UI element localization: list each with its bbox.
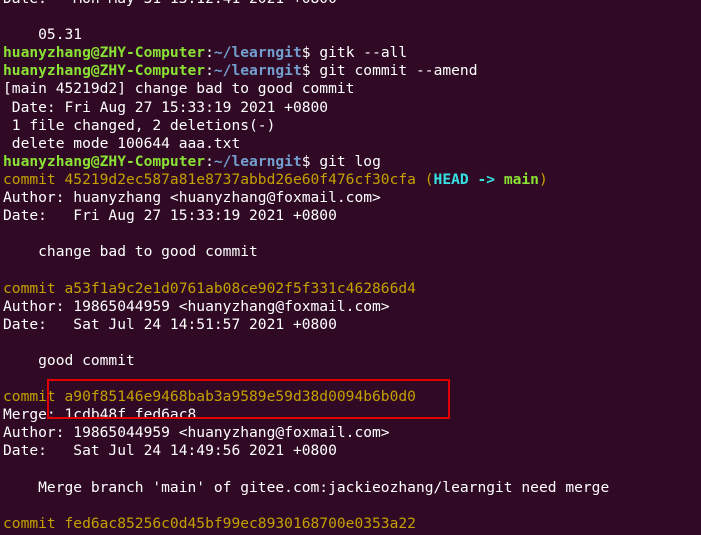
output-line: [main 45219d2] change bad to good commit <box>3 80 355 98</box>
command-text: git log <box>310 152 381 170</box>
prompt-dollar: $ <box>301 62 311 80</box>
ref-close-paren: ) <box>538 170 548 188</box>
commit-hash: commit 45219d2ec587a81e8737abbd26e60f476… <box>3 170 416 188</box>
commit-message: good commit <box>3 351 135 369</box>
prompt-user-host: huanyzhang@ZHY-Computer <box>3 44 206 62</box>
prompt-dollar: $ <box>301 44 311 62</box>
commit-message: change bad to good commit <box>3 243 258 261</box>
output-line: delete mode 100644 aaa.txt <box>3 134 241 152</box>
head-ref: HEAD -> <box>433 170 504 188</box>
prompt-line: huanyzhang@ZHY-Computer:~/learngit$ git … <box>0 153 701 171</box>
branch-ref: main <box>503 170 539 188</box>
prompt-colon: : <box>205 44 214 62</box>
commit-line: commit fed6ac85256c0d45bf99ec8930168700e… <box>0 515 701 533</box>
prompt-path: ~/learngit <box>213 44 302 62</box>
prompt-path: ~/learngit <box>213 152 302 170</box>
prompt-line: huanyzhang@ZHY-Computer:~/learngit$ gitk… <box>0 44 701 62</box>
author-line: Author: 19865044959 <huanyzhang@foxmail.… <box>3 424 390 442</box>
date-line: Date: Fri Aug 27 15:33:19 2021 +0800 <box>3 207 337 225</box>
ref-open-paren: ( <box>415 170 434 188</box>
author-line: Author: 19865044959 <huanyzhang@foxmail.… <box>3 297 390 315</box>
command-text: git commit --amend <box>310 62 478 80</box>
prompt-user-host: huanyzhang@ZHY-Computer <box>3 62 206 80</box>
commit-line: commit a53f1a9c2e1d0761ab08ce902f5f331c4… <box>0 280 701 298</box>
commit-line: commit 45219d2ec587a81e8737abbd26e60f476… <box>0 171 701 189</box>
commit-hash: commit fed6ac85256c0d45bf99ec8930168700e… <box>3 514 416 532</box>
commit-line: commit a90f85146e9468bab3a9589e59d38d009… <box>0 388 701 406</box>
output-line: Date: Fri Aug 27 15:33:19 2021 +0800 <box>3 98 329 116</box>
author-line: Author: huanyzhang <huanyzhang@foxmail.c… <box>3 189 381 207</box>
commit-message: 05.31 <box>3 26 83 44</box>
prompt-dollar: $ <box>301 152 311 170</box>
merge-line: Merge: 1cdb48f fed6ac8 <box>3 406 197 424</box>
date-line: Date: Sat Jul 24 14:51:57 2021 +0800 <box>3 315 337 333</box>
commit-hash: commit a90f85146e9468bab3a9589e59d38d009… <box>3 388 416 406</box>
prompt-colon: : <box>205 62 214 80</box>
date-line: Date: Sat Jul 24 14:49:56 2021 +0800 <box>3 442 337 460</box>
command-text: gitk --all <box>310 44 408 62</box>
prompt-colon: : <box>205 152 214 170</box>
commit-hash: commit a53f1a9c2e1d0761ab08ce902f5f331c4… <box>3 279 416 297</box>
prompt-path: ~/learngit <box>213 62 302 80</box>
prompt-line: huanyzhang@ZHY-Computer:~/learngit$ git … <box>0 62 701 80</box>
output-line: 1 file changed, 2 deletions(-) <box>3 116 276 134</box>
commit-message: Merge branch 'main' of gitee.com:jackieo… <box>3 478 610 496</box>
prompt-user-host: huanyzhang@ZHY-Computer <box>3 152 206 170</box>
log-date-line: Date: Mon May 31 13:12:41 2021 +0800 <box>0 0 701 8</box>
terminal-window[interactable]: Date: Mon May 31 13:12:41 2021 +0800 05.… <box>0 0 701 535</box>
